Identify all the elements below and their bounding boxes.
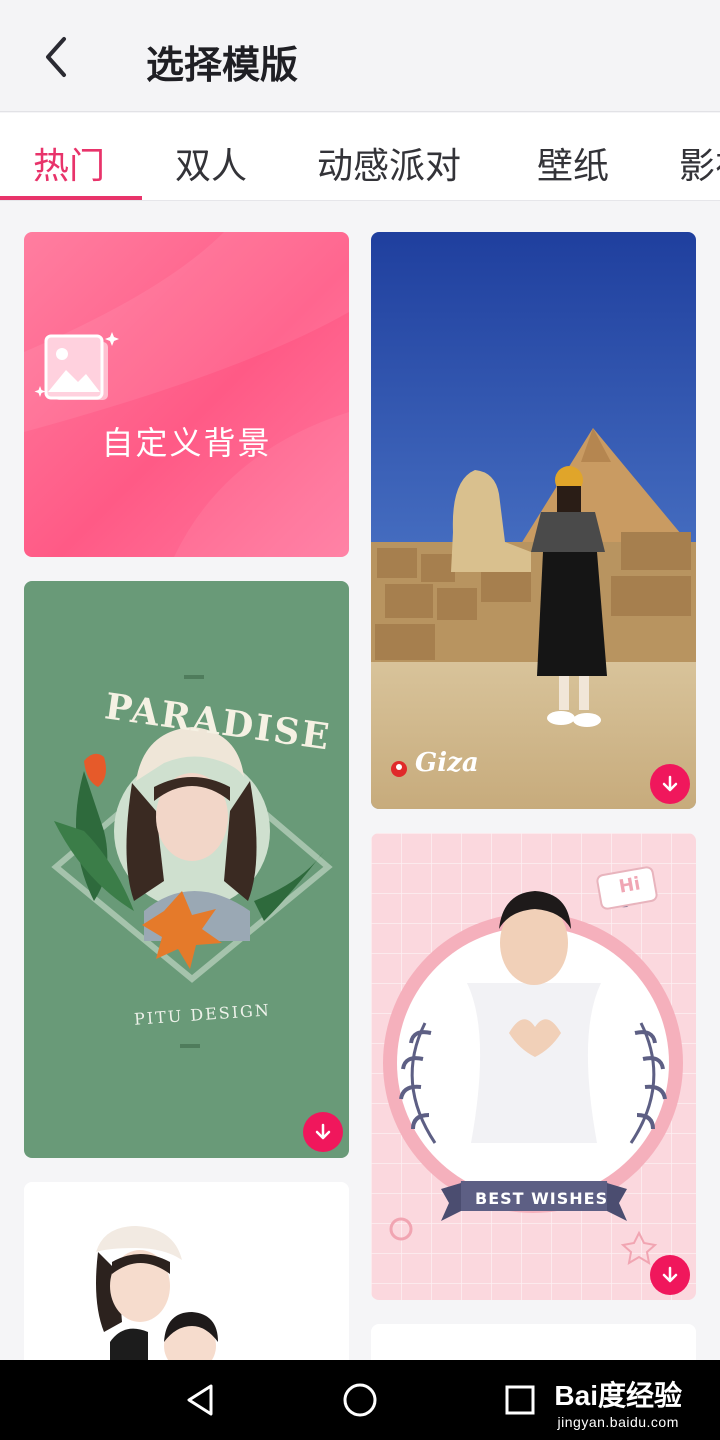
template-card-giza[interactable]: Giza [371, 232, 696, 809]
download-icon [662, 1266, 678, 1283]
nav-back-button[interactable] [178, 1378, 222, 1422]
watermark-url: jingyan.baidu.com [557, 1414, 679, 1430]
template-grid: 自定义背景 Giza PARADISE PITU DESIGN Hi BEST … [0, 202, 720, 1360]
custom-background-card[interactable]: 自定义背景 [24, 232, 349, 557]
image-icon [34, 332, 119, 400]
tab-wallpaper[interactable]: 壁纸 [537, 137, 609, 189]
app-header: 选择模版 [0, 0, 720, 112]
download-button[interactable] [650, 764, 690, 804]
nav-recents-button[interactable] [498, 1378, 542, 1422]
custom-background-label: 自定义背景 [101, 424, 272, 462]
custom-background-content: 自定义背景 [24, 332, 349, 464]
watermark-brand: Bai度经验 [554, 1380, 682, 1411]
active-tab-indicator [0, 196, 142, 200]
template-card-paradise[interactable]: PARADISE PITU DESIGN [24, 581, 349, 1158]
download-icon [662, 775, 678, 792]
tab-party[interactable]: 动感派对 [317, 137, 461, 189]
circle-home-icon [343, 1383, 377, 1417]
tab-couple[interactable]: 双人 [175, 137, 247, 189]
giza-photo [371, 232, 696, 809]
nav-home-button[interactable] [338, 1378, 382, 1422]
baidu-watermark: Bai度经验 jingyan.baidu.com [554, 1374, 682, 1430]
system-nav-bar: Bai度经验 jingyan.baidu.com [0, 1360, 720, 1440]
tab-film[interactable]: 影视 [679, 137, 720, 189]
triangle-back-icon [187, 1384, 213, 1416]
download-button[interactable] [650, 1255, 690, 1295]
template-card-next[interactable] [371, 1324, 696, 1360]
giza-caption: Giza [415, 748, 479, 778]
tab-hot[interactable]: 热门 [33, 137, 105, 189]
download-icon [315, 1123, 331, 1140]
page-title: 选择模版 [146, 43, 299, 87]
best-wishes-artwork [371, 833, 696, 1300]
best-wishes-ribbon: BEST WISHES [475, 1189, 609, 1208]
hi-bubble-text: Hi [617, 873, 642, 898]
paradise-artwork [51, 675, 333, 1048]
duo-artwork [96, 1226, 218, 1360]
template-card-duo[interactable] [24, 1182, 349, 1360]
chevron-left-icon [46, 37, 66, 77]
back-button[interactable] [28, 30, 82, 84]
category-tabs: 热门 双人 动感派对 壁纸 影视 [0, 113, 720, 201]
square-recents-icon [505, 1385, 535, 1415]
template-card-best-wishes[interactable]: Hi BEST WISHES [371, 833, 696, 1300]
download-button[interactable] [303, 1112, 343, 1152]
